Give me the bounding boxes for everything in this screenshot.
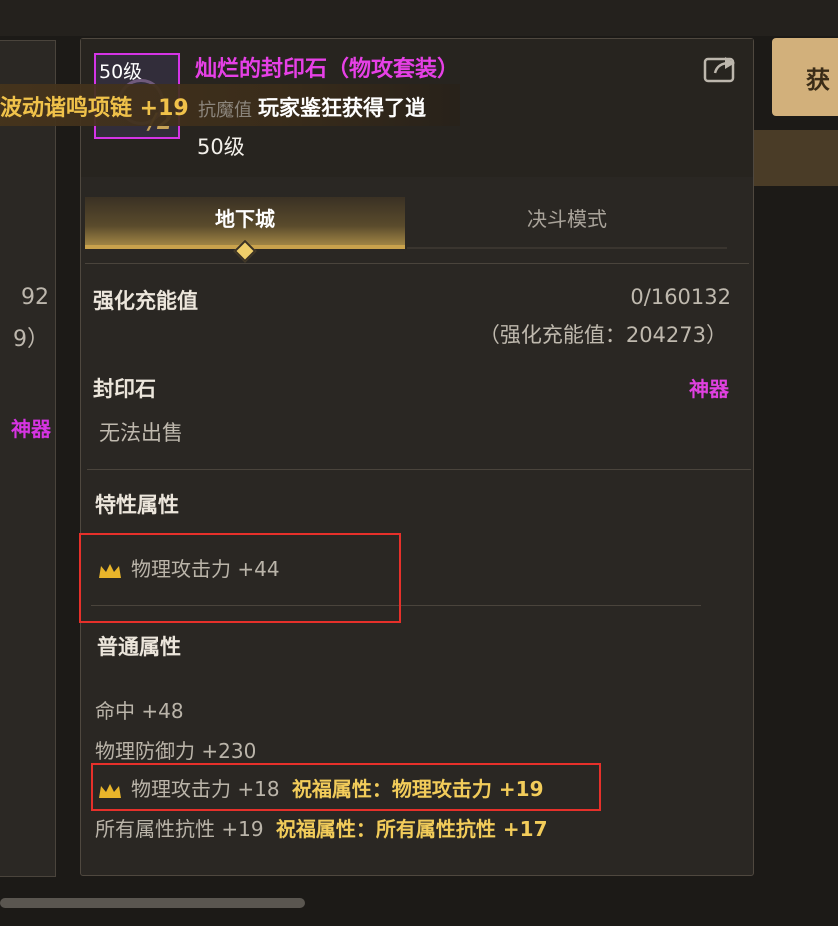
rarity-tag: 神器 bbox=[689, 377, 729, 401]
background-value: 9） bbox=[13, 327, 49, 352]
highlight-box bbox=[79, 533, 401, 623]
background-value: 92 bbox=[21, 285, 49, 310]
charge-value: 0/160132 bbox=[630, 285, 731, 309]
tab-duel[interactable]: 决斗模式 bbox=[407, 197, 727, 249]
background-left-panel: 92 9） 神器 bbox=[0, 40, 56, 877]
broadcast-banner: 波动谐鸣项链 +19 抗魔值 玩家鉴狂获得了逍 bbox=[0, 84, 460, 126]
item-level: 50级 bbox=[197, 135, 245, 159]
attr-defense: 物理防御力 +230 bbox=[95, 739, 257, 763]
normal-attr-heading: 普通属性 bbox=[97, 635, 181, 659]
attr-resist-bless: 祝福属性：所有属性抗性 +17 bbox=[275, 817, 548, 841]
background-right-strip bbox=[752, 130, 838, 186]
attr-resist: 所有属性抗性 +19 bbox=[95, 817, 264, 841]
charge-label: 强化充能值 bbox=[93, 289, 198, 313]
charge-total: （强化充能值：204273） bbox=[478, 323, 727, 347]
mode-tabs: 地下城 决斗模式 bbox=[85, 197, 749, 263]
attr-resist-row: 所有属性抗性 +19 祝福属性：所有属性抗性 +17 bbox=[95, 813, 548, 842]
highlight-box bbox=[91, 763, 601, 811]
sell-status: 无法出售 bbox=[99, 421, 183, 445]
share-icon[interactable] bbox=[703, 53, 739, 83]
divider bbox=[85, 263, 749, 264]
broadcast-faint-text: 抗魔值 bbox=[198, 100, 252, 121]
seal-label: 封印石 bbox=[93, 377, 156, 401]
broadcast-message: 玩家鉴狂获得了逍 bbox=[258, 96, 426, 120]
background-top-bar bbox=[0, 0, 838, 36]
item-name: 灿烂的封印石（物攻套装） bbox=[195, 57, 460, 82]
acquire-button-label: 获 bbox=[806, 66, 830, 94]
attr-hit: 命中 +48 bbox=[95, 699, 184, 723]
special-attr-heading: 特性属性 bbox=[95, 493, 179, 517]
broadcast-item-name: 波动谐鸣项链 +19 bbox=[0, 96, 189, 121]
horizontal-scrollbar[interactable] bbox=[0, 898, 305, 908]
background-tag: 神器 bbox=[11, 417, 51, 441]
divider bbox=[87, 469, 751, 470]
item-tooltip-panel: 50级 /2 灿烂的封印石（物攻套装） 50级 地下城 决斗模式 强化充能值 0… bbox=[79, 38, 754, 876]
acquire-button[interactable]: 获 bbox=[772, 38, 838, 116]
